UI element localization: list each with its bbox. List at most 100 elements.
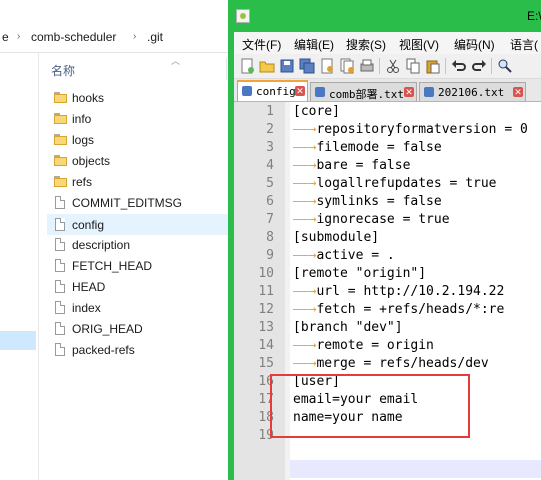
code-line[interactable]: ——→active = . (293, 248, 395, 263)
line-number: 3 (266, 140, 274, 155)
close-icon[interactable]: ✕ (404, 87, 414, 97)
file-icon (55, 280, 65, 293)
tab-marker: ——→ (293, 338, 317, 353)
code-line[interactable]: ——→symlinks = false (293, 194, 442, 209)
file-item[interactable]: COMMIT_EDITMSG (47, 193, 228, 213)
undo-icon[interactable] (451, 58, 467, 74)
file-name: hooks (72, 91, 105, 105)
folder-icon (54, 134, 67, 145)
breadcrumb-item[interactable]: comb-scheduler (31, 30, 116, 44)
menu-edit[interactable]: 编辑(E) (294, 36, 334, 53)
toolbar-separator (445, 58, 446, 74)
tab-marker: ——→ (293, 284, 317, 299)
line-number: 15 (258, 356, 274, 371)
code-line[interactable]: ——→remote = origin (293, 338, 434, 353)
line-number: 6 (266, 194, 274, 209)
code-line[interactable]: [branch "dev"] (293, 320, 403, 335)
folder-item[interactable]: objects (47, 151, 228, 171)
new-file-icon[interactable] (239, 58, 255, 74)
tab-marker: ——→ (293, 122, 317, 137)
file-name: index (72, 301, 101, 315)
code-line[interactable]: [submodule] (293, 230, 379, 245)
code-line[interactable]: [core] (293, 104, 340, 119)
cut-icon[interactable] (385, 58, 401, 74)
file-name: HEAD (72, 280, 106, 294)
file-name: description (72, 238, 131, 252)
menu-language[interactable]: 语言( (510, 36, 538, 53)
breadcrumb-item[interactable]: .git (147, 30, 163, 44)
line-number: 9 (266, 248, 274, 263)
close-icon[interactable]: ✕ (295, 86, 305, 96)
code-line[interactable]: ——→bare = false (293, 158, 410, 173)
notepad-logo-icon (236, 9, 250, 23)
line-number: 12 (258, 302, 274, 317)
navigation-pane[interactable] (0, 53, 39, 480)
file-item[interactable]: config (47, 214, 228, 235)
column-divider[interactable] (226, 58, 227, 80)
file-icon (55, 343, 65, 356)
paste-icon[interactable] (425, 58, 441, 74)
line-number: 5 (266, 176, 274, 191)
column-header-name[interactable]: 名称 (51, 62, 75, 79)
print-icon[interactable] (359, 58, 375, 74)
title-bar[interactable]: E:\ (228, 0, 541, 32)
tab-bar: config ✕ comb部署.txt ✕ 202106.txt ✕ (234, 79, 541, 102)
toolbar-separator (491, 58, 492, 74)
chevron-right-icon: › (133, 31, 137, 42)
file-name: packed-refs (72, 343, 135, 357)
file-item[interactable]: HEAD (47, 277, 228, 297)
code-line[interactable]: ——→url = http://10.2.194.22 (293, 284, 504, 299)
code-line[interactable]: ——→fetch = +refs/heads/*:re (293, 302, 504, 317)
tab-marker: ——→ (293, 158, 317, 173)
menu-encoding[interactable]: 编码(N) (454, 36, 495, 53)
save-icon[interactable] (279, 58, 295, 74)
toolbar (234, 54, 541, 79)
folder-item[interactable]: refs (47, 172, 228, 192)
tab-label: comb部署.txt (329, 88, 404, 101)
sort-up-icon: ︿ (171, 56, 181, 66)
tab-config[interactable]: config ✕ (237, 80, 308, 101)
code-line[interactable]: ——→repositoryformatversion = 0 (293, 122, 528, 137)
file-tab-icon (315, 87, 325, 97)
file-tab-icon (424, 87, 434, 97)
code-line[interactable]: ——→filemode = false (293, 140, 442, 155)
folder-item[interactable]: logs (47, 130, 228, 150)
folder-icon (54, 113, 67, 124)
close-file-icon[interactable] (319, 58, 335, 74)
find-icon[interactable] (497, 58, 513, 74)
line-number: 17 (258, 392, 274, 407)
code-line[interactable]: [remote "origin"] (293, 266, 426, 281)
line-number: 11 (258, 284, 274, 299)
tab-202106[interactable]: 202106.txt ✕ (419, 82, 526, 101)
open-folder-icon[interactable] (259, 58, 275, 74)
address-bar[interactable]: e › comb-scheduler › .git (0, 22, 228, 53)
nav-selected-item[interactable] (0, 331, 36, 350)
file-name: refs (72, 175, 93, 189)
chevron-right-icon: › (17, 31, 21, 42)
file-tab-icon (242, 86, 252, 96)
file-name: logs (72, 133, 95, 147)
code-text: url = http://10.2.194.22 (316, 284, 505, 299)
code-line[interactable]: ——→ignorecase = true (293, 212, 450, 227)
tab-comb-deploy[interactable]: comb部署.txt ✕ (310, 82, 417, 101)
menu-file[interactable]: 文件(F) (242, 36, 281, 53)
file-item[interactable]: FETCH_HEAD (47, 256, 228, 276)
close-all-icon[interactable] (339, 58, 355, 74)
save-all-icon[interactable] (299, 58, 315, 74)
file-item[interactable]: ORIG_HEAD (47, 319, 228, 339)
close-icon[interactable]: ✕ (513, 87, 523, 97)
file-item[interactable]: index (47, 298, 228, 318)
code-line[interactable]: ——→logallrefupdates = true (293, 176, 497, 191)
folder-item[interactable]: hooks (47, 88, 228, 108)
tab-label: config (256, 85, 296, 98)
menu-search[interactable]: 搜索(S) (346, 36, 386, 53)
copy-icon[interactable] (405, 58, 421, 74)
redo-icon[interactable] (471, 58, 487, 74)
folder-item[interactable]: info (47, 109, 228, 129)
breadcrumb-item[interactable]: e (2, 30, 9, 44)
code-text: fetch = +refs/heads/*:re (316, 302, 505, 317)
file-item[interactable]: description (47, 235, 228, 255)
file-item[interactable]: packed-refs (47, 340, 228, 360)
code-line[interactable]: ——→merge = refs/heads/dev (293, 356, 489, 371)
menu-view[interactable]: 视图(V) (399, 36, 439, 53)
